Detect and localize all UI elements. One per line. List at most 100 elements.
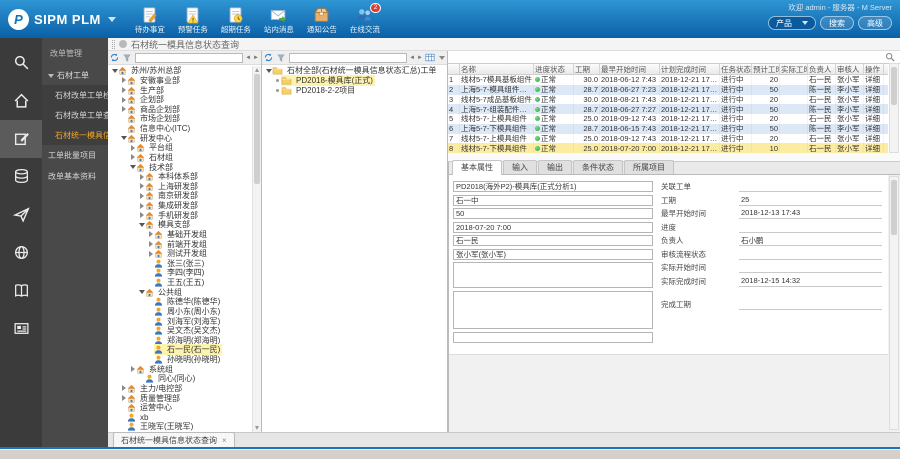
scroll-down-icon[interactable] [255,426,259,430]
detail-tab-1[interactable]: 基本属性 [452,160,502,175]
refresh-icon[interactable] [264,53,273,62]
tree-spacer[interactable] [274,89,281,92]
detail-field-4[interactable] [453,222,653,233]
grid-column-header[interactable]: 工期 [574,64,600,74]
grid-scrollbar[interactable] [889,63,899,153]
expand-icon[interactable] [120,395,127,401]
detail-field-value[interactable] [739,299,882,310]
toolbar-item-4[interactable]: 站内消息 [259,3,299,35]
collapse-icon[interactable] [138,223,145,227]
org-tree-search-input[interactable] [135,53,243,63]
detail-tab-5[interactable]: 所属项目 [624,160,674,174]
grid-column-header[interactable]: 计划完成时间 [660,64,720,74]
toolbar-item-1[interactable]: 待办事宜 [130,3,170,35]
scrollbar-thumb[interactable] [254,74,260,184]
detail-field-5[interactable] [453,235,653,246]
scroll-up-icon[interactable] [255,68,259,72]
search-button[interactable]: 搜索 [820,16,854,30]
toolbar-item-2[interactable]: 预警任务 [173,3,213,35]
scrollbar-thumb[interactable] [891,67,897,105]
chevron-down-icon[interactable] [439,56,445,60]
rail-item-database[interactable] [0,158,42,196]
grid-column-header[interactable]: 操作 [864,64,884,74]
expand-icon[interactable] [120,385,127,391]
detail-scrollbar[interactable] [889,176,899,430]
detail-description-field[interactable] [453,291,653,329]
rail-item-home[interactable] [0,82,42,120]
expand-icon[interactable] [138,203,145,209]
collapse-all-icon[interactable]: ◄ [245,54,251,62]
grid-column-header[interactable]: 实际工时 [780,64,808,74]
rail-item-search[interactable] [0,44,42,82]
grid-column-header[interactable]: 最早开始时间 [600,64,660,74]
detail-tab-3[interactable]: 输出 [538,160,572,174]
menu-group-stone-workorder[interactable]: 石材工单 [42,66,108,85]
chevron-down-icon[interactable] [108,17,116,22]
expand-icon[interactable] [138,174,145,180]
expand-icon[interactable] [120,106,127,112]
detail-field-value[interactable]: 2018-12-15 14:32 [739,276,882,287]
collapse-icon[interactable] [120,136,127,140]
grid-column-header[interactable] [448,64,460,74]
detail-extra-field[interactable] [453,332,653,343]
tree-node[interactable]: 研发中心 [108,133,252,143]
detail-field-6[interactable] [453,249,653,260]
expand-icon[interactable] [129,145,136,151]
expand-icon[interactable] [120,87,127,93]
menu-extra-item-1[interactable]: 工单批量项目 [42,145,108,166]
filter-icon[interactable] [123,54,131,62]
detail-field-2[interactable] [453,195,653,206]
collapse-icon[interactable] [129,165,136,169]
toolbar-item-6[interactable]: 在线交流2 [345,3,385,35]
detail-tab-2[interactable]: 输入 [503,160,537,174]
project-tree-search-input[interactable] [289,53,407,63]
table-row[interactable]: 6上海5-7-下模具组件正常28.72018-06-15 7:432018-12… [448,124,888,134]
detail-field-1[interactable] [453,181,653,192]
grid-column-header[interactable]: 进度状态 [534,64,574,74]
table-row[interactable]: 2上海5-7-模具组件装配正常28.72018-06-27 7:232018-1… [448,85,888,95]
tree-node[interactable]: 运营中心 [108,403,252,413]
rail-item-send[interactable] [0,196,42,234]
app-logo[interactable]: P SIPM PLM [0,9,124,30]
rail-item-card[interactable] [0,310,42,348]
table-row[interactable]: 3线材5-7成品基板组件正常30.02018-08-21 7:432018-12… [448,95,888,105]
grid-column-header[interactable]: 任务状态 [720,64,752,74]
grid-column-header[interactable]: 审核人 [836,64,864,74]
detail-field-3[interactable] [453,208,653,219]
expand-icon[interactable] [129,366,136,372]
refresh-icon[interactable] [110,53,119,62]
expand-icon[interactable] [129,154,136,160]
expand-icon[interactable] [147,251,154,257]
expand-icon[interactable] [138,183,145,189]
expand-icon[interactable] [138,193,145,199]
detail-note-field[interactable] [453,262,653,288]
grid-column-header[interactable]: 负责人 [808,64,836,74]
grid-column-header[interactable]: 预计工时 [752,64,780,74]
scrollbar-thumb[interactable] [891,180,897,235]
rail-item-globe[interactable] [0,234,42,272]
expand-icon[interactable] [147,241,154,247]
table-row[interactable]: 8线材5-7-下模具组件正常25.02018-07-20 7:002018-12… [448,143,888,153]
table-row[interactable]: 5线材5-7-上模具组件正常25.02018-09-12 7:432018-12… [448,114,888,124]
menu-item-1[interactable]: 石材改单工单检索 [42,85,108,105]
menu-item-2[interactable]: 石材改单工单查询台账 [42,105,108,125]
table-row[interactable]: 7线材5-7-上模具组件正常25.02018-09-12 7:432018-12… [448,134,888,144]
expand-all-icon[interactable]: ► [417,54,423,62]
expand-icon[interactable] [120,77,127,83]
rail-item-book[interactable] [0,272,42,310]
tree-node[interactable]: 孙晓明(孙晓明) [108,355,252,365]
detail-field-value[interactable] [739,262,882,273]
collapse-icon[interactable] [111,69,118,73]
collapse-icon[interactable] [138,290,145,294]
expand-icon[interactable] [147,231,154,237]
detail-field-value[interactable]: 25 [739,195,882,206]
magnifier-icon[interactable] [885,52,895,62]
expand-all-icon[interactable]: ► [253,54,259,62]
expand-icon[interactable] [120,97,127,103]
close-icon[interactable]: × [222,436,227,445]
grid-column-header[interactable]: 名称 [460,64,534,74]
table-row[interactable]: 4上海5-7-组装配件总成正常28.72018-06-27 7:272018-1… [448,104,888,114]
filter-icon[interactable] [277,54,285,62]
menu-item-3[interactable]: 石材统一模具信息状态查询 [42,125,108,145]
rail-item-edit[interactable] [0,120,42,158]
